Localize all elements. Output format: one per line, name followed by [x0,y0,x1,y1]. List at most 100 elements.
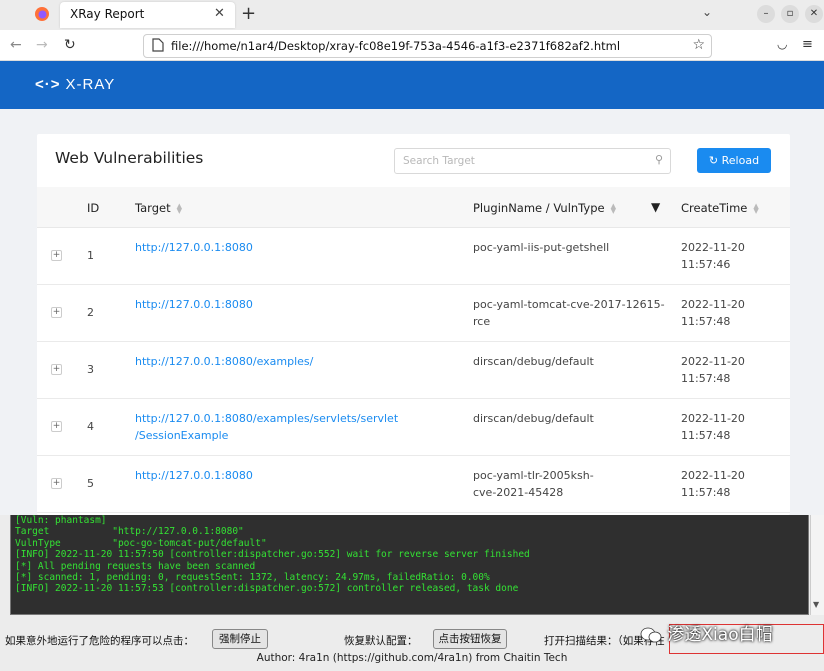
column-time[interactable]: CreateTime ▲ ▼ [681,201,759,215]
plugin-line: dirscan/debug/default [473,412,594,425]
target-line: http://127.0.0.1:8080 [135,469,253,482]
app-header: <·> X-RAY [0,61,824,109]
restore-default-label: 恢复默认配置： [344,635,418,647]
xray-logo: <·> X-RAY [35,76,115,93]
date: 2022-11-20 [681,298,745,311]
terminal-output: [Vuln: phantasm] Target "http://127.0.0.… [10,514,809,615]
target-line: http://127.0.0.1:8080 [135,241,253,254]
target-line: http://127.0.0.1:8080 [135,298,253,311]
terminal-line: [*] All pending requests have been scann… [15,560,256,572]
firefox-icon [35,7,49,21]
sort-icon[interactable]: ▲ ▼ [611,202,616,214]
column-plugin[interactable]: PluginName / VulnType ▲ ▼ [473,201,616,215]
column-plugin-label: PluginName / VulnType [473,201,605,215]
scroll-down-icon[interactable]: ▼ [813,600,819,609]
row-id: 1 [87,249,94,262]
row-plugin: poc-yaml-tomcat-cve-2017-12615- rce [473,297,665,330]
terminal-line: VulnType "poc-go-tomcat-put/default" [15,537,267,549]
row-plugin: dirscan/debug/default [473,411,594,428]
column-time-label: CreateTime [681,201,748,215]
expand-row-icon[interactable]: + [51,307,62,318]
row-plugin: poc-yaml-tlr-2005ksh-cve-2021-45428 [473,468,594,501]
target-line: http://127.0.0.1:8080/examples/ [135,355,314,368]
close-tab-icon[interactable]: ✕ [214,6,225,21]
reload-icon: ↻ [708,154,719,167]
expand-row-icon[interactable]: + [51,364,62,375]
row-id: 5 [87,477,94,490]
time: 11:57:48 [681,371,731,385]
terminal-line: [INFO] 2022-11-20 11:57:53 [controller:d… [15,583,519,595]
forward-icon[interactable]: → [36,37,48,53]
sort-icon[interactable]: ▲ ▼ [753,202,758,214]
table-row: + 1 http://127.0.0.1:8080 poc-yaml-iis-p… [37,228,790,285]
row-id: 4 [87,420,94,433]
sort-icon[interactable]: ▲ ▼ [177,202,182,214]
watermark: 渗透Xiao白帽 [640,620,824,650]
minimize-icon[interactable]: – [757,5,775,23]
date: 2022-11-20 [681,412,745,425]
time: 11:57:46 [681,257,731,271]
code-icon: <·> [35,76,61,93]
time: 11:57:48 [681,485,731,499]
row-target-link[interactable]: http://127.0.0.1:8080 [135,240,253,257]
plugin-line: rce [473,314,491,328]
back-icon[interactable]: ← [10,37,22,53]
maximize-icon[interactable]: ▫ [781,5,799,23]
logo-text: X-RAY [65,76,116,93]
vulnerabilities-card: Web Vulnerabilities ⚲ ↻ Reload ID Target… [37,134,790,515]
filter-icon[interactable]: ▼ [651,200,660,214]
tab-title: XRay Report [70,7,145,21]
terminal-scrollbar[interactable]: ▼ [810,514,824,615]
bookmark-star-icon[interactable]: ☆ [692,37,705,53]
column-target[interactable]: Target ▲ ▼ [135,201,182,215]
terminal-line: Target "http://127.0.0.1:8080" [15,526,244,538]
plugin-line: poc-yaml-tomcat-cve-2017-12615- [473,298,665,311]
search-icon[interactable]: ⚲ [655,153,663,166]
close-window-icon[interactable]: ✕ [805,5,823,23]
row-plugin: poc-yaml-iis-put-getshell [473,240,609,257]
plugin-line: poc-yaml-tlr-2005ksh- [473,469,594,482]
pocket-icon[interactable]: ◡ [777,37,787,51]
force-stop-button[interactable]: 强制停止 [212,629,268,649]
table-row: + 3 http://127.0.0.1:8080/examples/ dirs… [37,342,790,399]
row-target-link[interactable]: http://127.0.0.1:8080/examples/ [135,354,313,371]
target-line: http://127.0.0.1:8080/examples/servlets/… [135,412,399,425]
terminal-line: [INFO] 2022-11-20 11:57:50 [controller:d… [15,549,530,561]
card-title: Web Vulnerabilities [55,149,204,167]
url-bar[interactable]: file:///home/n1ar4/Desktop/xray-fc08e19f… [143,34,712,58]
chevron-down-icon[interactable]: ⌄ [702,5,712,19]
hamburger-menu-icon[interactable]: ≡ [802,37,813,52]
row-target-link[interactable]: http://127.0.0.1:8080 [135,297,253,314]
time: 11:57:48 [681,428,731,442]
browser-tab[interactable]: XRay Report ✕ [60,2,235,28]
row-target-link[interactable]: http://127.0.0.1:8080/examples/servlets/… [135,411,398,444]
browser-nav-bar: ← → ↻ file:///home/n1ar4/Desktop/xray-fc… [0,30,824,61]
expand-row-icon[interactable]: + [51,250,62,261]
column-target-label: Target [135,201,171,215]
search-input[interactable] [403,152,648,170]
restore-default-button[interactable]: 点击按钮恢复 [433,629,507,649]
author-credit: Author: 4ra1n (https://github.com/4ra1n)… [256,652,568,664]
page-content: <·>X-RAY Web Vulnerabilities ⚲ ↻ Reload … [0,61,824,515]
wechat-icon [640,627,662,643]
url-text: file:///home/n1ar4/Desktop/xray-fc08e19f… [171,39,621,53]
row-plugin: dirscan/debug/default [473,354,594,371]
row-time: 2022-11-20 11:57:46 [681,240,745,273]
plugin-line: poc-yaml-iis-put-getshell [473,241,610,254]
row-time: 2022-11-20 11:57:48 [681,411,745,444]
new-tab-icon[interactable]: + [241,3,256,24]
watermark-text: 渗透Xiao白帽 [667,625,773,645]
reload-button[interactable]: ↻ Reload [697,148,771,173]
search-box[interactable]: ⚲ [394,148,671,174]
expand-row-icon[interactable]: + [51,421,62,432]
row-target-link[interactable]: http://127.0.0.1:8080 [135,468,253,485]
table-row: + 5 http://127.0.0.1:8080 poc-yaml-tlr-2… [37,456,790,513]
row-id: 2 [87,306,94,319]
expand-row-icon[interactable]: + [51,478,62,489]
table-header: ID Target ▲ ▼ PluginName / VulnType ▲ ▼ ▼ Cr… [37,187,790,228]
terminal-line: [Vuln: phantasm] [15,515,107,526]
plugin-line: dirscan/debug/default [473,355,594,368]
reload-page-icon[interactable]: ↻ [64,37,76,53]
browser-tab-bar: XRay Report ✕ + ⌄ – ▫ ✕ [0,0,824,30]
table-row: + 4 http://127.0.0.1:8080/examples/servl… [37,399,790,456]
